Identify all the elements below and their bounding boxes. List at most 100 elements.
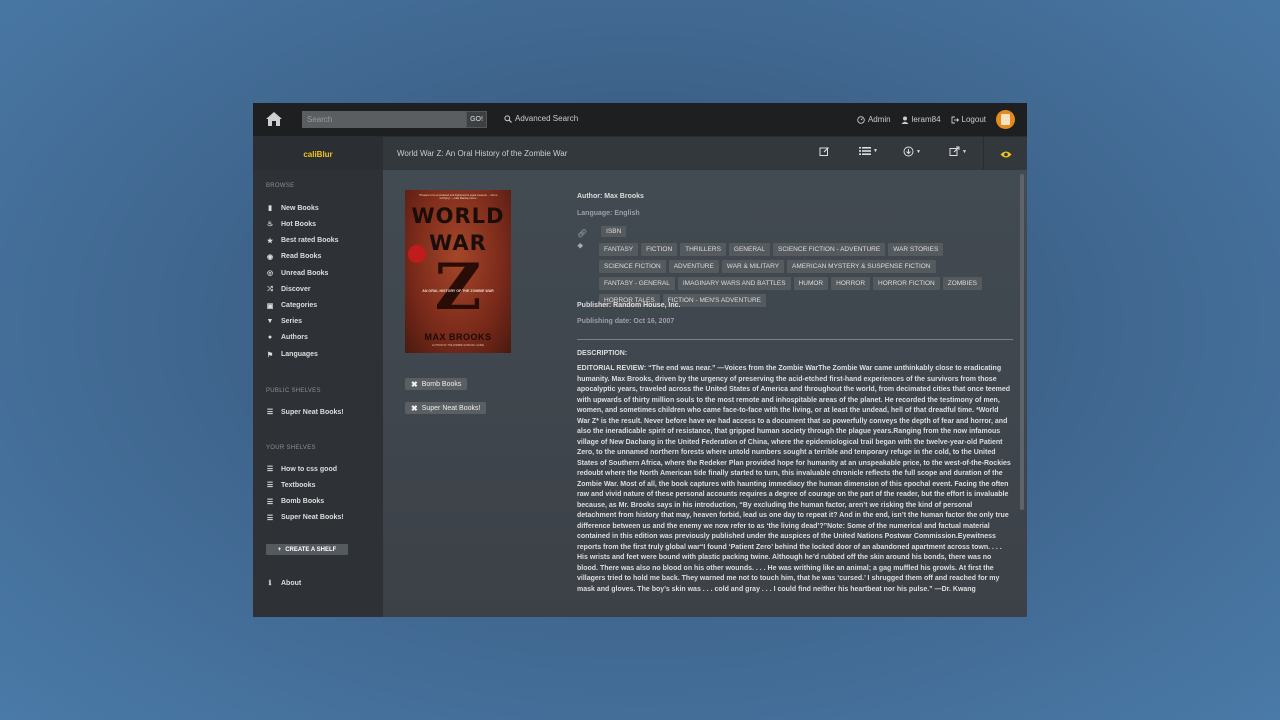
tag-badge[interactable]: SCIENCE FICTION - ADVENTURE: [772, 243, 886, 256]
download-button[interactable]: ▼: [903, 146, 921, 157]
tag-badge[interactable]: ADVENTURE: [668, 260, 719, 273]
eye-slash-icon: ◎: [266, 270, 274, 278]
edit-button[interactable]: [819, 146, 830, 157]
close-icon: ✖: [411, 403, 418, 413]
tag-badge[interactable]: FANTASY - GENERAL: [599, 277, 675, 290]
scrollbar[interactable]: [1020, 174, 1024, 510]
sidebar-item-best-rated-books[interactable]: ★ Best rated Books: [266, 237, 339, 245]
eye-icon: ◉: [266, 253, 274, 261]
shelf-list-button[interactable]: ▼: [859, 146, 878, 156]
tag-badge[interactable]: IMAGINARY WARS AND BATTLES: [677, 277, 791, 290]
remove-shelf-button[interactable]: ✖ Bomb Books: [405, 378, 468, 390]
remove-shelf-button[interactable]: ✖ Super Neat Books!: [405, 402, 487, 414]
tag-badge[interactable]: HUMOR: [793, 277, 829, 290]
advanced-search-link[interactable]: Advanced Search: [504, 114, 578, 123]
book-icon: [1001, 114, 1010, 125]
identifier-row: 🔗︎ ISBN: [577, 226, 629, 240]
logout-link[interactable]: Logout: [951, 115, 986, 124]
bestseller-badge: [408, 245, 426, 263]
sidebar-item-label: About: [281, 579, 302, 587]
tag-badge[interactable]: FANTASY: [599, 243, 639, 256]
shelf-label: Bomb Books: [421, 380, 462, 388]
language-row: Language: English: [577, 210, 640, 217]
admin-link[interactable]: Admin: [857, 115, 891, 124]
sidebar-item-shelf[interactable]: ☰ Super Neat Books!: [266, 514, 344, 522]
tag-badge[interactable]: FICTION: [641, 243, 678, 256]
sidebar-item-discover[interactable]: ⤮ Discover: [266, 286, 311, 294]
sidebar-item-label: Discover: [281, 286, 311, 293]
sidebar-item-authors[interactable]: ● Authors: [266, 334, 308, 341]
logout-icon: [951, 116, 959, 123]
sidebar-item-label: Bomb Books: [281, 498, 325, 506]
search-input[interactable]: [302, 111, 466, 128]
sidebar-item-label: Super Neat Books!: [281, 514, 344, 522]
sidebar-item-label: How to css good: [281, 465, 337, 473]
tag-badge[interactable]: WAR STORIES: [888, 243, 944, 256]
bookmark-icon: ▼: [266, 318, 274, 326]
upload-button[interactable]: [996, 110, 1015, 129]
tag-badge[interactable]: WAR & MILITARY: [721, 260, 785, 273]
tags-icon: ⯁: [577, 242, 584, 251]
list-icon: ☰: [266, 466, 274, 473]
sidebar-item-hot-books[interactable]: ♨ Hot Books: [266, 220, 316, 229]
sidebar-item-label: New Books: [281, 204, 319, 212]
paperclip-icon: 🔗︎: [577, 228, 588, 238]
sidebar-item-unread-books[interactable]: ◎ Unread Books: [266, 269, 329, 278]
tag-badge[interactable]: SCIENCE FICTION: [599, 260, 666, 273]
external-link-icon: [949, 146, 960, 156]
dashboard-icon: [857, 115, 865, 124]
sidebar-item-categories[interactable]: ▣ Categories: [266, 302, 318, 310]
create-shelf-button[interactable]: + CREATE A SHELF: [266, 544, 348, 555]
sidebar-item-languages[interactable]: ⚑ Languages: [266, 351, 318, 359]
page-title: World War Z: An Oral History of the Zomb…: [397, 149, 568, 158]
list-icon: ☰: [266, 498, 274, 506]
sidebar-item-shelf[interactable]: ☰ Super Neat Books!: [266, 408, 344, 417]
brand-logo[interactable]: caliBlur: [303, 150, 332, 159]
cover-author: MAX BROOKS: [424, 332, 492, 342]
list-icon: [859, 147, 871, 155]
book-cover[interactable]: "Prepare to be entertained and frightene…: [405, 190, 511, 353]
isbn-tag[interactable]: ISBN: [601, 226, 627, 237]
info-icon: ℹ: [268, 580, 272, 587]
cover-subtitle: AN ORAL HISTORY OF THE ZOMBIE WAR: [422, 289, 494, 293]
book-details: "Prepare to be entertained and frightene…: [383, 170, 1027, 617]
tag-badge[interactable]: HORROR: [831, 277, 871, 290]
edit-icon: [819, 147, 829, 156]
sidebar-item-shelf[interactable]: ☰ Bomb Books: [266, 498, 324, 506]
sidebar-item-shelf[interactable]: ☰ How to css good: [266, 465, 337, 474]
shelf-label: Super Neat Books!: [421, 404, 481, 412]
sidebar-item-new-books[interactable]: ▮ New Books: [266, 204, 319, 213]
browse-heading: BROWSE: [266, 183, 295, 189]
logout-label: Logout: [961, 115, 986, 124]
tag-badge[interactable]: AMERICAN MYSTERY & SUSPENSE FICTION: [787, 260, 936, 273]
read-status-toggle[interactable]: [983, 137, 1027, 171]
book-icon: ▮: [268, 205, 272, 212]
book-toolbar: caliBlur World War Z: An Oral History of…: [253, 136, 1027, 171]
publisher-row: Publisher: Random House, Inc.: [577, 302, 681, 309]
tag-badge[interactable]: THRILLERS: [680, 243, 726, 256]
sidebar-item-label: Read Books: [281, 253, 322, 261]
chevron-down-icon: ▼: [916, 148, 921, 155]
divider: [577, 339, 1013, 340]
tag-badge[interactable]: ZOMBIES: [942, 277, 982, 290]
sidebar-item-series[interactable]: ▼ Series: [266, 318, 303, 326]
fire-icon: ♨: [266, 221, 274, 229]
tag-badge[interactable]: GENERAL: [728, 243, 770, 256]
search-go-button[interactable]: GO!: [466, 111, 487, 128]
brand-area: caliBlur: [253, 137, 383, 171]
chevron-down-icon: ▼: [873, 148, 878, 154]
author-link[interactable]: Max Brooks: [604, 193, 644, 200]
read-button[interactable]: ▼: [949, 146, 967, 157]
sidebar-item-about[interactable]: ℹ About: [266, 579, 302, 588]
sidebar-item-label: Languages: [281, 351, 318, 359]
user-icon: [901, 116, 909, 124]
user-link[interactable]: leram84: [901, 115, 941, 124]
tag-list: FANTASY FICTION THRILLERS GENERAL SCIENCE FI…: [599, 242, 1009, 310]
home-icon[interactable]: [265, 110, 283, 128]
sidebar: BROWSE PUBLIC SHELVES YOUR SHELVES + CRE…: [253, 170, 383, 617]
sidebar-item-label: Series: [281, 318, 303, 326]
app-window: GO! Advanced Search Admin leram84 Logout…: [253, 103, 1027, 617]
sidebar-item-shelf[interactable]: ☰ Textbooks: [266, 481, 316, 490]
tag-badge[interactable]: HORROR FICTION: [873, 277, 940, 290]
sidebar-item-read-books[interactable]: ◉ Read Books: [266, 253, 322, 261]
